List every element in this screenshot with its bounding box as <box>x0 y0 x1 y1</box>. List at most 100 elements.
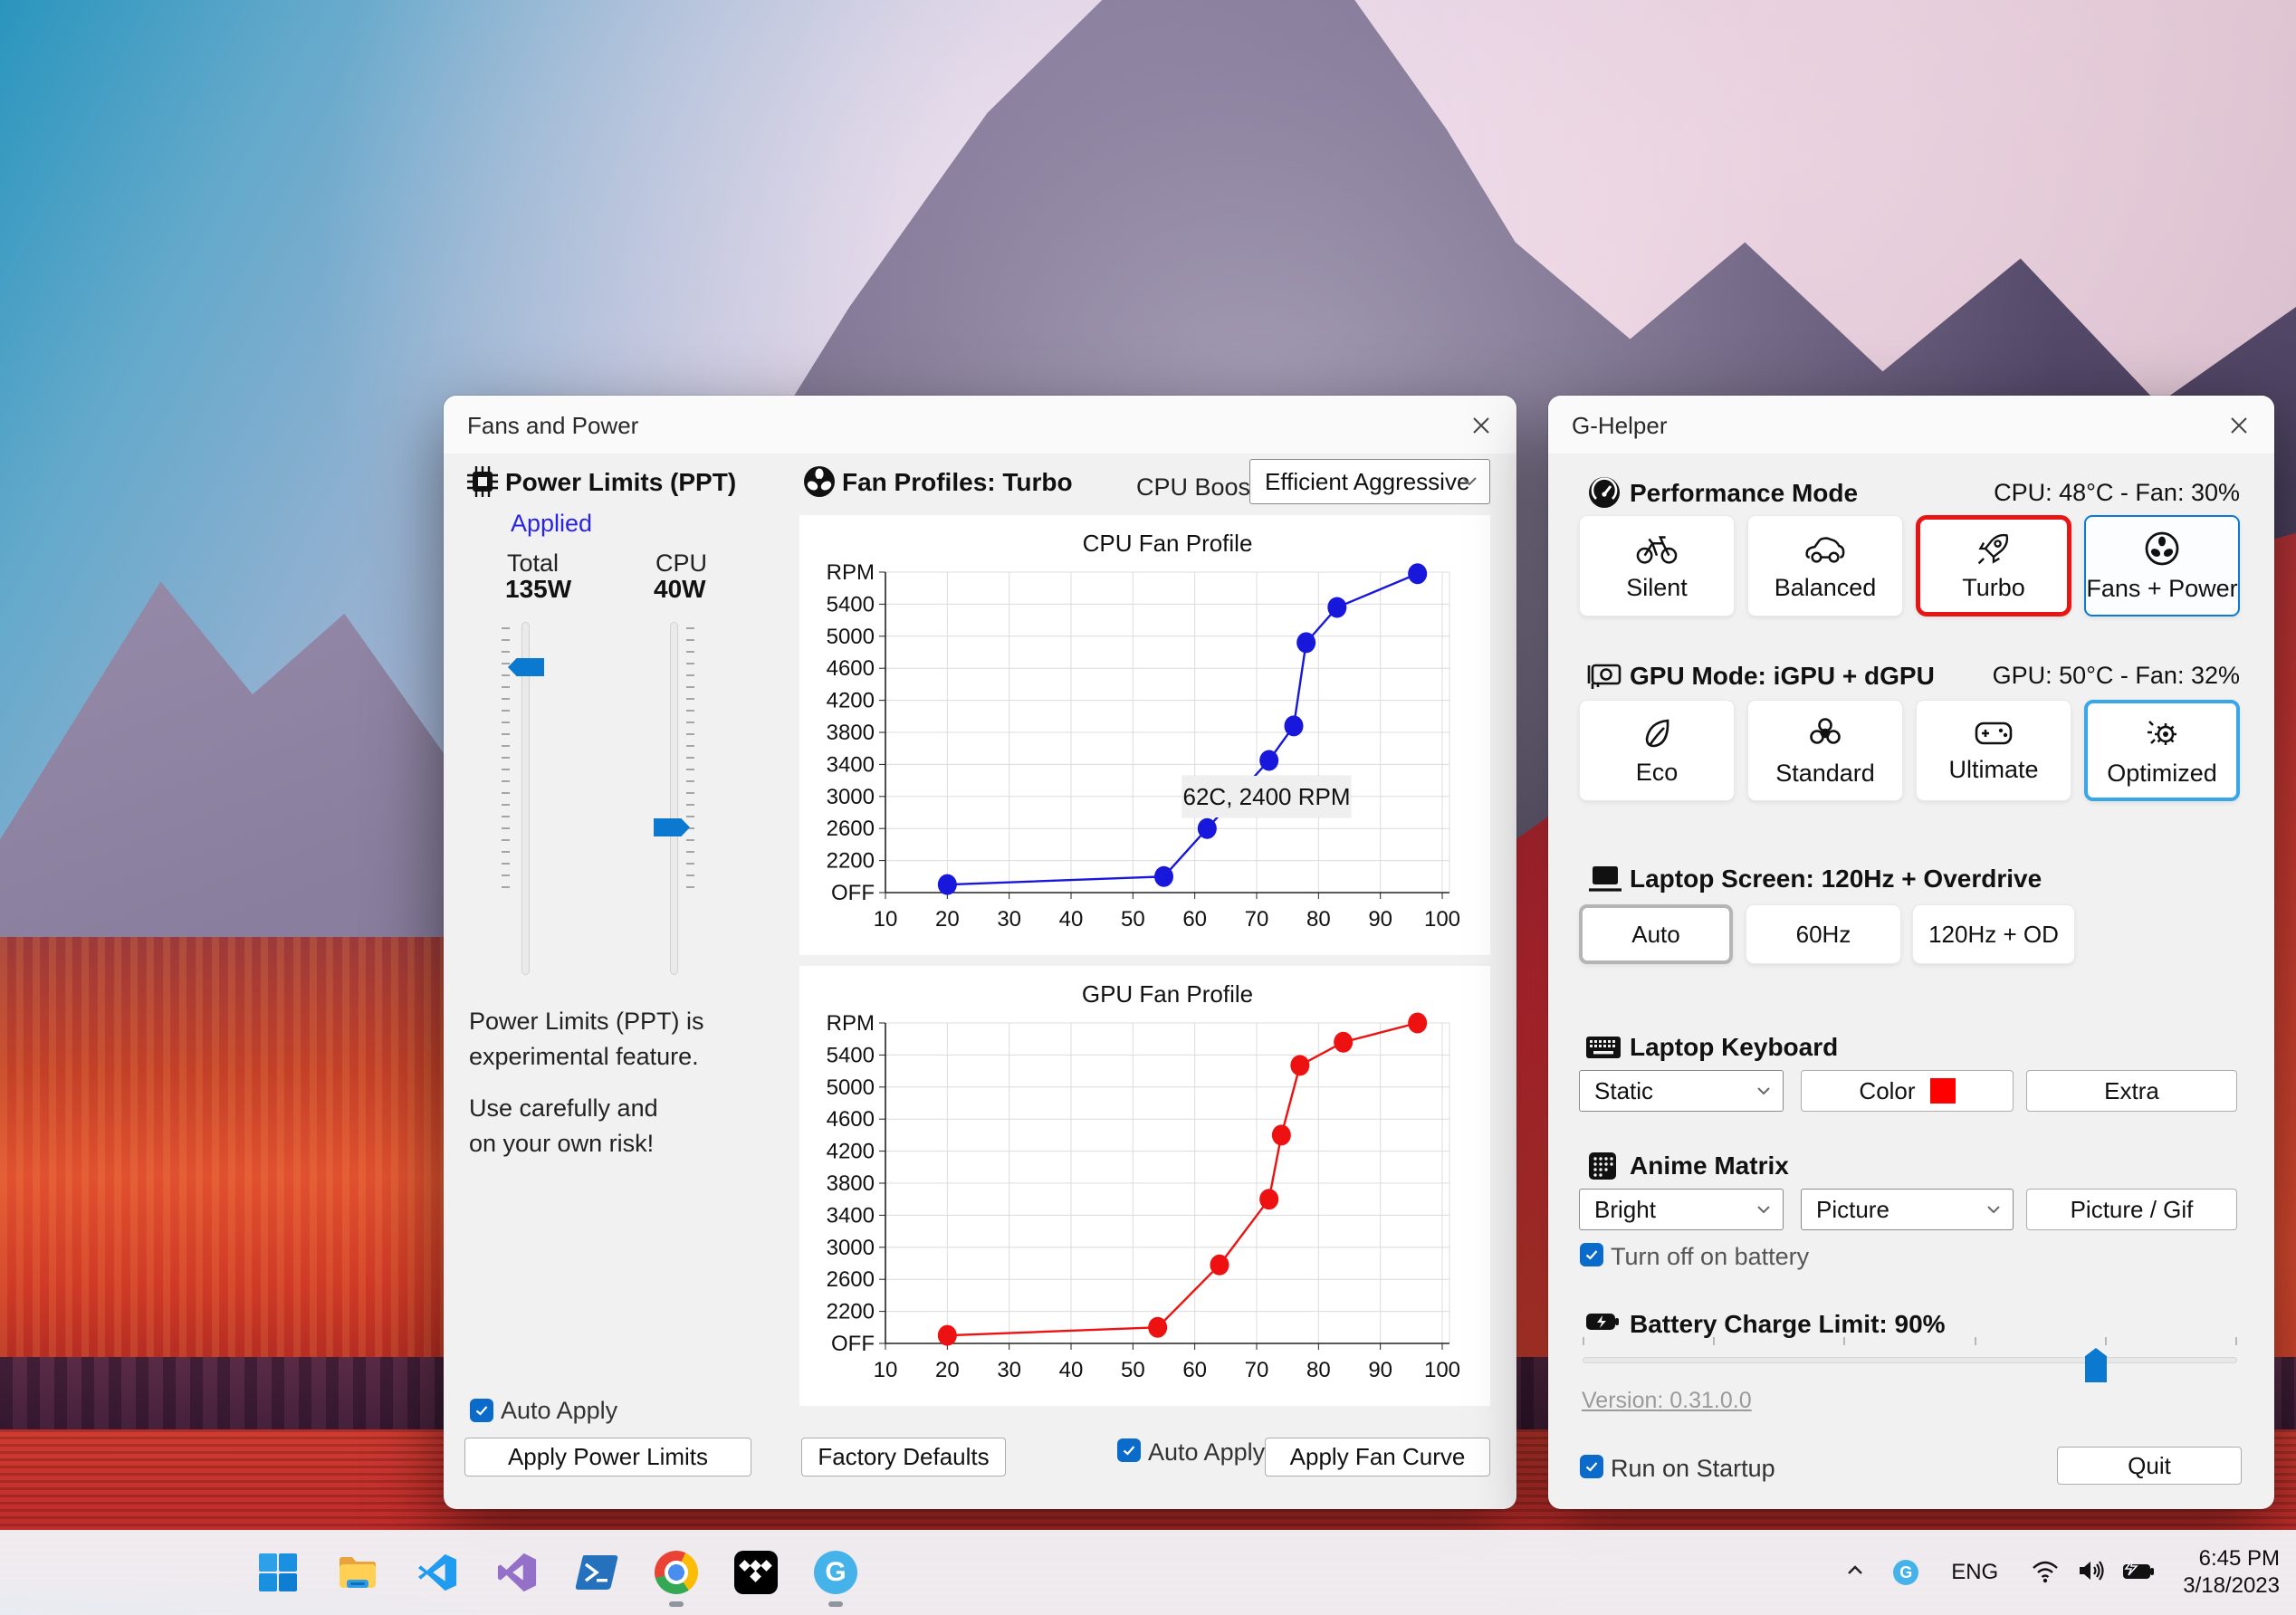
svg-text:90: 90 <box>1368 1358 1392 1382</box>
svg-text:4200: 4200 <box>827 1140 875 1164</box>
file-explorer-button[interactable] <box>336 1551 379 1594</box>
svg-text:CPU Fan Profile: CPU Fan Profile <box>1083 530 1253 557</box>
svg-text:2600: 2600 <box>827 817 875 841</box>
cpu-boost-dropdown[interactable]: Efficient Aggressive <box>1249 459 1490 504</box>
total-slider-ticks <box>502 627 510 888</box>
chrome-button[interactable] <box>655 1551 698 1594</box>
cpu-value: 40W <box>654 575 706 603</box>
tile-label: Silent <box>1626 573 1688 601</box>
ghelper-close-button[interactable] <box>2224 410 2254 441</box>
car-icon <box>1805 536 1845 563</box>
color-button-label: Color <box>1859 1076 1916 1104</box>
tile-label: Standard <box>1775 759 1875 787</box>
matrix-content-dropdown[interactable]: Picture <box>1801 1189 2014 1230</box>
language-indicator[interactable]: ENG <box>1951 1560 1998 1585</box>
run-on-startup-checkbox[interactable] <box>1580 1455 1603 1478</box>
svg-text:10: 10 <box>874 907 898 932</box>
battery-button[interactable] <box>2121 1559 2156 1587</box>
tray-chevron-button[interactable] <box>1842 1558 1868 1588</box>
fans-auto-apply-checkbox[interactable] <box>1117 1438 1141 1462</box>
gauge-icon <box>1589 477 1620 508</box>
svg-text:10: 10 <box>874 1358 898 1382</box>
battery-charge-icon <box>1586 1314 1619 1330</box>
gpu-fan-chart[interactable]: GPU Fan Profile 10 20 30 40 50 60 70 80 90 100 OFF 2… <box>799 966 1490 1406</box>
visual-studio-button[interactable] <box>495 1551 539 1594</box>
powershell-button[interactable] <box>575 1551 618 1594</box>
fans-window-title: Fans and Power <box>467 412 639 439</box>
screen-120hz-od-button[interactable]: 120Hz + OD <box>1912 904 2075 964</box>
battery-icon <box>2123 1560 2155 1579</box>
flower-icon <box>1810 717 1841 744</box>
cpu-slider-track[interactable] <box>670 622 678 975</box>
cpu-slider-handle[interactable] <box>654 818 690 836</box>
version-link[interactable]: Version: 0.31.0.0 <box>1582 1388 1752 1414</box>
svg-text:3000: 3000 <box>827 1236 875 1260</box>
perf-mode-balanced-button[interactable]: Balanced <box>1747 515 1903 616</box>
wifi-button[interactable] <box>2031 1558 2060 1588</box>
fans-window-close-button[interactable] <box>1466 410 1497 441</box>
keyboard-color-button[interactable]: Color <box>1801 1070 2014 1112</box>
keyboard-mode-dropdown[interactable]: Static <box>1579 1070 1784 1112</box>
tile-label: Fans + Power <box>2086 574 2238 602</box>
screen-60hz-button[interactable]: 60Hz <box>1746 904 1901 964</box>
start-button[interactable] <box>256 1551 300 1594</box>
quit-button[interactable]: Quit <box>2057 1447 2242 1485</box>
fans-window-titlebar[interactable]: Fans and Power <box>444 396 1516 454</box>
svg-text:5400: 5400 <box>827 592 875 616</box>
clock-time: 6:45 PM <box>2198 1546 2280 1571</box>
turn-off-on-battery-checkbox[interactable] <box>1580 1243 1603 1266</box>
chevron-down-icon <box>1757 1087 1770 1095</box>
tile-label: Balanced <box>1774 573 1877 601</box>
gpu-mode-eco-button[interactable]: Eco <box>1579 700 1735 801</box>
perf-mode-turbo-button[interactable]: Turbo <box>1916 515 2071 616</box>
svg-text:100: 100 <box>1424 907 1460 932</box>
factory-defaults-button[interactable]: Factory Defaults <box>801 1438 1006 1476</box>
matrix-content-value: Picture <box>1816 1195 1889 1223</box>
svg-text:40: 40 <box>1059 1358 1084 1382</box>
clock[interactable]: 6:45 PM 3/18/2023 <box>2183 1545 2280 1600</box>
apply-fan-curve-button[interactable]: Apply Fan Curve <box>1265 1438 1490 1476</box>
cpu-fan-chart[interactable]: CPU Fan Profile 10 20 30 40 50 60 70 80 90 100 OFF 2… <box>799 515 1490 955</box>
power-auto-apply-checkbox[interactable] <box>470 1399 493 1422</box>
keyboard-extra-button[interactable]: Extra <box>2026 1070 2237 1112</box>
ghelper-titlebar[interactable]: G-Helper <box>1548 396 2274 454</box>
screen-auto-button[interactable]: Auto <box>1579 904 1733 964</box>
svg-text:3400: 3400 <box>827 1203 875 1228</box>
volume-button[interactable] <box>2076 1558 2105 1588</box>
tidal-icon <box>734 1551 778 1594</box>
svg-text:3400: 3400 <box>827 752 875 777</box>
tray-ghelper-icon[interactable]: G <box>1893 1560 1919 1585</box>
svg-text:20: 20 <box>935 1358 960 1382</box>
power-limits-note-1: Power Limits (PPT) is experimental featu… <box>469 1008 704 1070</box>
performance-mode-header: Performance Mode <box>1630 479 1859 507</box>
apply-power-limits-button[interactable]: Apply Power Limits <box>464 1438 751 1476</box>
vscode-button[interactable] <box>416 1551 459 1594</box>
matrix-picture-gif-button[interactable]: Picture / Gif <box>2026 1189 2237 1230</box>
chevron-up-icon <box>1848 1564 1863 1574</box>
gpu-mode-header: GPU Mode: iGPU + dGPU <box>1630 662 1935 690</box>
battery-slider-track[interactable] <box>1583 1357 2237 1363</box>
svg-text:4200: 4200 <box>827 689 875 713</box>
perf-mode-silent-button[interactable]: Silent <box>1579 515 1735 616</box>
perf-mode-fans-power-button[interactable]: Fans + Power <box>2084 515 2240 616</box>
fan-icon <box>804 466 835 497</box>
total-slider-handle[interactable] <box>508 658 544 676</box>
svg-text:3800: 3800 <box>827 1171 875 1196</box>
gpu-mode-ultimate-button[interactable]: Ultimate <box>1916 700 2071 801</box>
battery-charge-limit-header: Battery Charge Limit: 90% <box>1630 1310 1946 1338</box>
rocket-icon <box>1977 533 2009 564</box>
battery-slider-handle[interactable] <box>2085 1348 2107 1382</box>
svg-text:100: 100 <box>1424 1358 1460 1382</box>
gpu-mode-standard-button[interactable]: Standard <box>1747 700 1903 801</box>
laptop-screen-header: Laptop Screen: 120Hz + Overdrive <box>1630 865 2042 893</box>
ghelper-taskbar-button[interactable]: G <box>814 1551 857 1594</box>
svg-text:50: 50 <box>1121 907 1145 932</box>
cpu-chip-icon <box>467 466 498 497</box>
tidal-button[interactable] <box>734 1551 778 1594</box>
taskbar: G G ENG 6:45 PM 3/18/2023 <box>0 1530 2296 1615</box>
svg-text:60: 60 <box>1182 1358 1207 1382</box>
gpu-mode-optimized-button[interactable]: Optimized <box>2084 700 2240 801</box>
matrix-brightness-dropdown[interactable]: Bright <box>1579 1189 1784 1230</box>
power-auto-apply-label: Auto Apply <box>501 1397 618 1424</box>
gpu-temp-fan-stats: GPU: 50°C - Fan: 32% <box>1992 662 2240 689</box>
